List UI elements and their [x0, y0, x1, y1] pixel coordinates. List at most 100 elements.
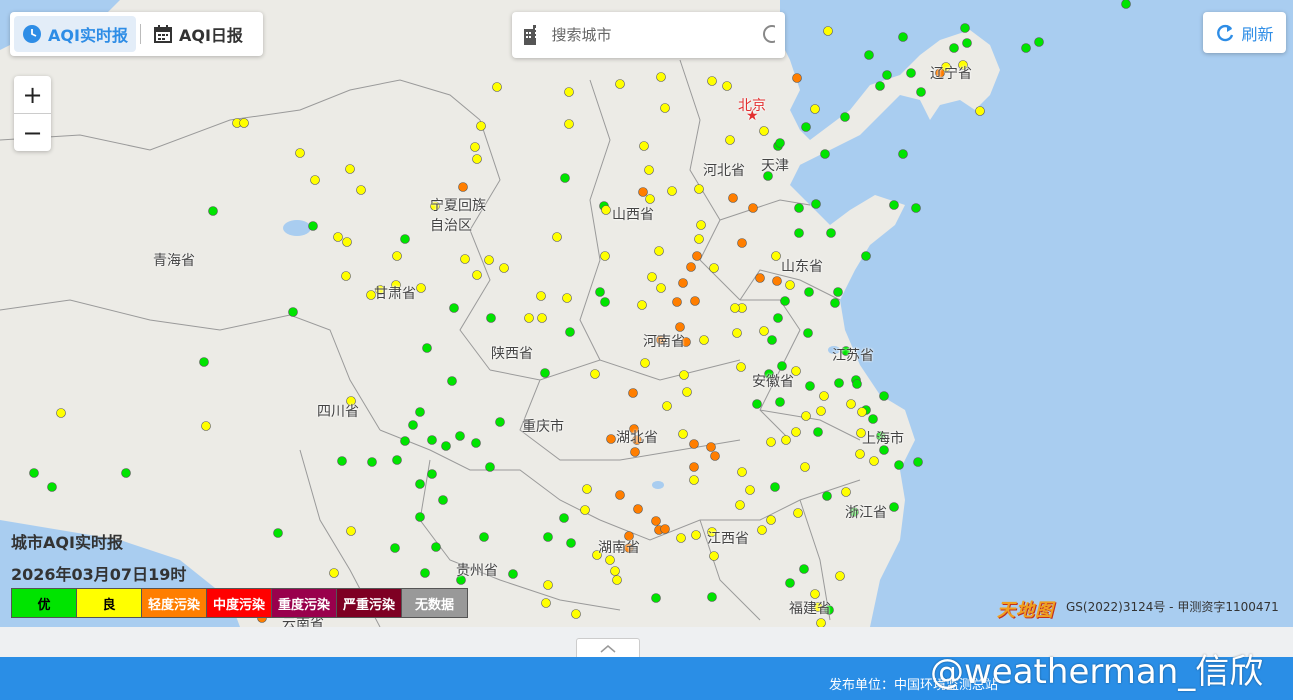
aqi-station-marker[interactable]	[333, 232, 343, 242]
aqi-station-marker[interactable]	[801, 411, 811, 421]
aqi-station-marker[interactable]	[889, 200, 899, 210]
aqi-station-marker[interactable]	[696, 220, 706, 230]
aqi-station-marker[interactable]	[777, 361, 787, 371]
aqi-station-marker[interactable]	[600, 297, 610, 307]
aqi-station-marker[interactable]	[780, 296, 790, 306]
aqi-station-marker[interactable]	[913, 457, 923, 467]
aqi-station-marker[interactable]	[775, 138, 785, 148]
aqi-station-marker[interactable]	[408, 420, 418, 430]
aqi-station-marker[interactable]	[759, 326, 769, 336]
aqi-station-marker[interactable]	[745, 485, 755, 495]
aqi-station-marker[interactable]	[794, 228, 804, 238]
aqi-station-marker[interactable]	[791, 366, 801, 376]
aqi-station-marker[interactable]	[391, 280, 401, 290]
aqi-station-marker[interactable]	[612, 575, 622, 585]
aqi-station-marker[interactable]	[356, 185, 366, 195]
aqi-station-marker[interactable]	[564, 87, 574, 97]
aqi-station-marker[interactable]	[600, 251, 610, 261]
aqi-station-marker[interactable]	[805, 381, 815, 391]
aqi-station-marker[interactable]	[400, 436, 410, 446]
aqi-station-marker[interactable]	[458, 182, 468, 192]
aqi-station-marker[interactable]	[916, 87, 926, 97]
aqi-station-marker[interactable]	[709, 263, 719, 273]
aqi-station-marker[interactable]	[470, 142, 480, 152]
aqi-station-marker[interactable]	[906, 68, 916, 78]
aqi-station-marker[interactable]	[686, 262, 696, 272]
aqi-station-marker[interactable]	[656, 335, 666, 345]
refresh-button[interactable]: 刷新	[1203, 12, 1286, 53]
aqi-station-marker[interactable]	[690, 296, 700, 306]
aqi-station-marker[interactable]	[876, 431, 886, 441]
aqi-station-marker[interactable]	[849, 507, 859, 517]
aqi-station-marker[interactable]	[543, 532, 553, 542]
aqi-station-marker[interactable]	[624, 543, 634, 553]
aqi-station-marker[interactable]	[427, 435, 437, 445]
aqi-station-marker[interactable]	[390, 543, 400, 553]
aqi-station-marker[interactable]	[638, 187, 648, 197]
aqi-station-marker[interactable]	[725, 135, 735, 145]
aqi-station-marker[interactable]	[610, 566, 620, 576]
aqi-station-marker[interactable]	[785, 280, 795, 290]
aqi-station-marker[interactable]	[889, 502, 899, 512]
aqi-station-marker[interactable]	[310, 175, 320, 185]
aqi-station-marker[interactable]	[855, 449, 865, 459]
aqi-station-marker[interactable]	[543, 580, 553, 590]
aqi-station-marker[interactable]	[656, 72, 666, 82]
aqi-station-marker[interactable]	[689, 462, 699, 472]
aqi-station-marker[interactable]	[366, 290, 376, 300]
aqi-station-marker[interactable]	[935, 68, 945, 78]
aqi-station-marker[interactable]	[824, 605, 834, 615]
aqi-station-marker[interactable]	[639, 141, 649, 151]
aqi-station-marker[interactable]	[820, 149, 830, 159]
aqi-station-marker[interactable]	[894, 460, 904, 470]
aqi-station-marker[interactable]	[811, 199, 821, 209]
aqi-station-marker[interactable]	[199, 357, 209, 367]
aqi-station-marker[interactable]	[430, 201, 440, 211]
aqi-station-marker[interactable]	[692, 251, 702, 261]
aqi-station-marker[interactable]	[201, 421, 211, 431]
aqi-station-marker[interactable]	[675, 322, 685, 332]
aqi-station-marker[interactable]	[560, 173, 570, 183]
aqi-station-marker[interactable]	[868, 414, 878, 424]
aqi-station-marker[interactable]	[342, 237, 352, 247]
aqi-station-marker[interactable]	[722, 81, 732, 91]
aqi-station-marker[interactable]	[841, 346, 851, 356]
aqi-station-marker[interactable]	[605, 555, 615, 565]
aqi-station-marker[interactable]	[759, 126, 769, 136]
aqi-station-marker[interactable]	[962, 38, 972, 48]
aqi-station-marker[interactable]	[392, 251, 402, 261]
aqi-station-marker[interactable]	[857, 407, 867, 417]
aqi-station-marker[interactable]	[660, 103, 670, 113]
aqi-map[interactable]: 北京 天津 河北省 山西省 山东省 辽宁省 宁夏回族 自治区 甘肃省 青海省 陕西省 河南省 江苏省安…	[0, 0, 1293, 627]
aqi-station-marker[interactable]	[732, 328, 742, 338]
aqi-station-marker[interactable]	[566, 538, 576, 548]
aqi-station-marker[interactable]	[781, 435, 791, 445]
aqi-station-marker[interactable]	[375, 285, 385, 295]
aqi-station-marker[interactable]	[415, 479, 425, 489]
aqi-station-marker[interactable]	[239, 118, 249, 128]
aqi-station-marker[interactable]	[633, 504, 643, 514]
collapse-toggle-button[interactable]	[576, 638, 640, 659]
aqi-station-marker[interactable]	[420, 568, 430, 578]
aqi-station-marker[interactable]	[329, 568, 339, 578]
aqi-station-marker[interactable]	[456, 575, 466, 585]
aqi-station-marker[interactable]	[816, 618, 826, 628]
aqi-station-marker[interactable]	[799, 564, 809, 574]
aqi-station-marker[interactable]	[949, 43, 959, 53]
aqi-station-marker[interactable]	[793, 508, 803, 518]
aqi-station-marker[interactable]	[624, 531, 634, 541]
aqi-station-marker[interactable]	[852, 379, 862, 389]
aqi-station-marker[interactable]	[911, 203, 921, 213]
aqi-station-marker[interactable]	[647, 272, 657, 282]
aqi-station-marker[interactable]	[801, 122, 811, 132]
aqi-station-marker[interactable]	[559, 513, 569, 523]
aqi-station-marker[interactable]	[810, 104, 820, 114]
aqi-station-marker[interactable]	[346, 526, 356, 536]
aqi-station-marker[interactable]	[471, 438, 481, 448]
aqi-station-marker[interactable]	[737, 238, 747, 248]
aqi-station-marker[interactable]	[441, 441, 451, 451]
aqi-station-marker[interactable]	[422, 343, 432, 353]
aqi-station-marker[interactable]	[552, 232, 562, 242]
aqi-station-marker[interactable]	[826, 228, 836, 238]
aqi-station-marker[interactable]	[813, 427, 823, 437]
